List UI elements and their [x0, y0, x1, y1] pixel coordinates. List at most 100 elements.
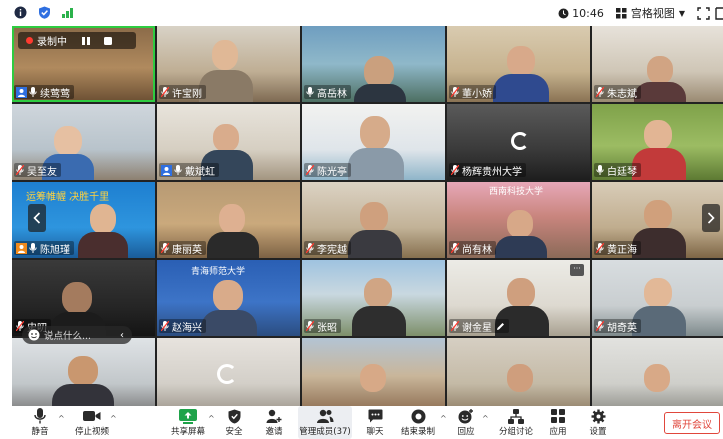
chat-icon [368, 409, 382, 423]
more-icon[interactable]: ··· [570, 264, 584, 276]
participant-tile[interactable] [302, 338, 445, 406]
chevron-down-icon: ▼ [678, 8, 685, 18]
participant-name: 尚有林 [462, 244, 492, 256]
leave-meeting-button[interactable]: 离开会议 [664, 412, 720, 434]
participant-tile[interactable]: 白廷琴 [592, 104, 723, 180]
participant-name: 康丽英 [172, 244, 202, 256]
invite-button[interactable]: 邀请 [262, 406, 286, 439]
mic-icon [161, 321, 169, 331]
pause-icon[interactable] [81, 36, 91, 46]
chevron-left-icon[interactable]: ‹ [120, 330, 124, 341]
chat-label: 聊天 [366, 427, 384, 437]
window-icon[interactable] [715, 6, 723, 20]
mute-options-caret[interactable]: ^ [58, 414, 65, 423]
record-dot-icon [26, 37, 33, 44]
recording-label: 录制中 [37, 37, 67, 48]
chat-button[interactable]: 聊天 [363, 406, 387, 439]
participant-tile[interactable] [592, 338, 723, 406]
mic-icon [29, 87, 37, 97]
shield-icon[interactable] [38, 6, 51, 19]
apps-label: 应用 [549, 427, 567, 437]
mic-icon [34, 408, 46, 424]
participant-name: 白廷琴 [607, 166, 637, 178]
participant-tile[interactable]: ··· 谢金星 [447, 260, 590, 336]
participant-name: 谢金星 [462, 322, 492, 334]
share-options-caret[interactable]: ^ [208, 414, 215, 423]
chat-input-bubble[interactable]: 说点什么... ‹ [22, 326, 132, 344]
participant-tile[interactable]: 张昭 [302, 260, 445, 336]
end-recording-button[interactable]: 结束录制 [398, 406, 438, 439]
participant-tile[interactable] [12, 338, 155, 406]
view-selector[interactable]: 宫格视图 ▼ [615, 5, 685, 21]
mic-icon [596, 321, 604, 331]
participant-name: 吴至友 [27, 166, 57, 178]
video-camera-icon [83, 411, 101, 421]
mic-icon [306, 321, 314, 331]
banner-text: 运筹帷幄 决胜千里 [26, 192, 110, 203]
settings-button[interactable]: 设置 [586, 406, 610, 439]
mute-button[interactable]: 静音 [24, 406, 56, 439]
reaction-button[interactable]: 回应 [454, 406, 478, 439]
participant-tile[interactable]: 西南科技大学 尚有林 [447, 182, 590, 258]
end-recording-label: 结束录制 [400, 427, 435, 437]
participant-tile[interactable]: 吴至友 [12, 104, 155, 180]
participant-tile[interactable]: 董小娇 [447, 26, 590, 102]
participant-tile[interactable]: 胡奇英 [592, 260, 723, 336]
participant-name: 戴斌虹 [185, 166, 215, 178]
stop-icon[interactable] [103, 36, 113, 46]
reaction-options-caret[interactable]: ^ [482, 414, 489, 423]
record-icon [411, 409, 425, 423]
apps-button[interactable]: 应用 [546, 406, 570, 439]
fullscreen-icon[interactable] [697, 6, 710, 20]
mic-icon [451, 243, 459, 253]
participant-tile[interactable]: 高岳林 [302, 26, 445, 102]
participant-name: 许宝刚 [172, 88, 202, 100]
record-options-caret[interactable]: ^ [440, 414, 447, 423]
participant-tile[interactable]: 青海师范大学 赵海兴 [157, 260, 300, 336]
chat-placeholder: 说点什么... [44, 331, 92, 342]
participant-tile[interactable]: 陈光亭 [302, 104, 445, 180]
security-button[interactable]: 安全 [222, 406, 246, 439]
info-icon[interactable] [14, 6, 27, 19]
participant-tile[interactable]: 康丽英 [157, 182, 300, 258]
participant-tile[interactable]: 录制中 续莺莺 [12, 26, 155, 102]
recording-indicator[interactable]: 录制中 [18, 32, 136, 49]
breakout-button[interactable]: 分组讨论 [496, 406, 536, 439]
stop-video-button[interactable]: 停止视频 [70, 406, 114, 439]
participant-name: 高岳林 [317, 88, 347, 100]
next-page-button[interactable] [702, 204, 720, 232]
prev-page-button[interactable] [28, 204, 46, 232]
participant-name: 董小娇 [462, 88, 492, 100]
video-options-caret[interactable]: ^ [110, 414, 117, 423]
participant-name: 陈光亭 [317, 166, 347, 178]
participant-name: 朱志斌 [607, 88, 637, 100]
edit-icon[interactable] [496, 322, 505, 331]
participant-name: 续莺莺 [40, 88, 70, 100]
participant-tile[interactable]: 朱志斌 [592, 26, 723, 102]
share-screen-button[interactable]: 共享屏幕 [166, 406, 210, 439]
video-grid: 录制中 续莺莺 许宝刚 高岳林 董小娇 朱志斌 吴至友 戴斌虹 陈光亭 杨辉贵州… [12, 26, 723, 406]
participant-tile[interactable] [157, 338, 300, 406]
participant-tile[interactable]: 杨辉贵州大学 [447, 104, 590, 180]
security-shield-icon [228, 409, 240, 423]
host-icon [161, 164, 172, 176]
stop-video-label: 停止视频 [74, 427, 109, 437]
participant-tile[interactable]: 李宪越 [302, 182, 445, 258]
apps-icon [551, 409, 565, 423]
mic-icon [306, 165, 314, 175]
participant-tile[interactable]: 史叨 [12, 260, 155, 336]
participants-button[interactable]: 管理成员(37) [298, 406, 352, 439]
participant-name: 黄正海 [607, 244, 637, 256]
clock-icon [558, 8, 569, 18]
mic-icon [306, 243, 314, 253]
participant-tile[interactable] [447, 338, 590, 406]
leave-meeting-label: 离开会议 [672, 419, 712, 431]
add-user-icon [266, 409, 282, 423]
participant-tile[interactable]: 许宝刚 [157, 26, 300, 102]
top-bar: 10:46 宫格视图 ▼ [0, 0, 723, 26]
participant-tile[interactable]: 戴斌虹 [157, 104, 300, 180]
signal-icon[interactable] [61, 6, 74, 19]
view-label: 宫格视图 [630, 7, 675, 20]
building-sign: 西南科技大学 [489, 187, 544, 197]
settings-label: 设置 [589, 427, 607, 437]
